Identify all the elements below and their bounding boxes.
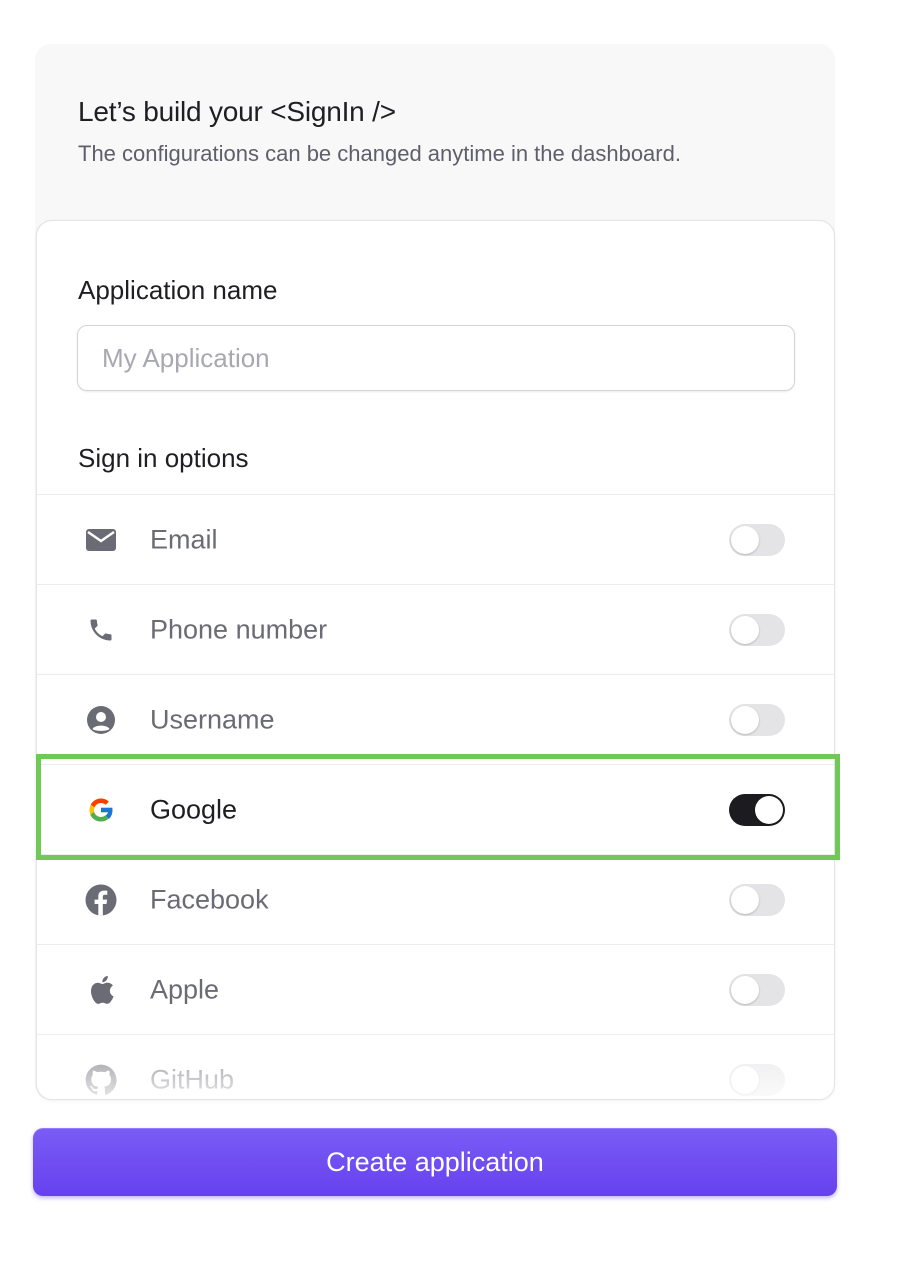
google-toggle[interactable] xyxy=(729,793,785,826)
sign-in-options-label: Sign in options xyxy=(78,443,249,473)
user-circle-icon xyxy=(85,704,117,736)
option-row-email[interactable]: Email xyxy=(37,494,834,584)
option-label: Facebook xyxy=(150,884,269,914)
option-label: GitHub xyxy=(150,1064,235,1094)
option-label: Email xyxy=(150,524,218,554)
apple-toggle[interactable] xyxy=(729,973,785,1006)
option-row-username[interactable]: Username xyxy=(37,674,834,764)
create-application-button[interactable]: Create application xyxy=(33,1128,837,1196)
facebook-toggle[interactable] xyxy=(729,883,785,916)
option-label: Phone number xyxy=(150,614,328,644)
page-subtitle: The configurations can be changed anytim… xyxy=(78,141,681,166)
google-icon xyxy=(85,794,117,826)
option-label: Apple xyxy=(150,974,220,1004)
application-name-label: Application name xyxy=(78,275,278,305)
apple-icon xyxy=(85,974,117,1006)
github-icon xyxy=(85,1064,117,1096)
option-label: Google xyxy=(150,794,238,824)
option-row-google[interactable]: Google xyxy=(37,764,834,854)
sign-in-options-list: Email Phone number Username Google Faceb… xyxy=(37,494,834,1099)
envelope-icon xyxy=(85,524,117,556)
card-header: Let’s build your <SignIn /> The configur… xyxy=(78,94,818,168)
option-row-apple[interactable]: Apple xyxy=(37,944,834,1034)
phone-icon xyxy=(85,614,117,646)
option-label: Username xyxy=(150,704,275,734)
email-toggle[interactable] xyxy=(729,523,785,556)
option-row-facebook[interactable]: Facebook xyxy=(37,854,834,944)
configuration-panel: Application name Sign in options Email P… xyxy=(36,220,835,1100)
phone-number-toggle[interactable] xyxy=(729,613,785,646)
facebook-icon xyxy=(85,884,117,916)
option-row-github[interactable]: GitHub xyxy=(37,1034,834,1099)
option-row-phone[interactable]: Phone number xyxy=(37,584,834,674)
page-title: Let’s build your <SignIn /> xyxy=(78,96,396,127)
github-toggle[interactable] xyxy=(729,1063,785,1096)
application-name-input[interactable] xyxy=(77,325,795,391)
username-toggle[interactable] xyxy=(729,703,785,736)
